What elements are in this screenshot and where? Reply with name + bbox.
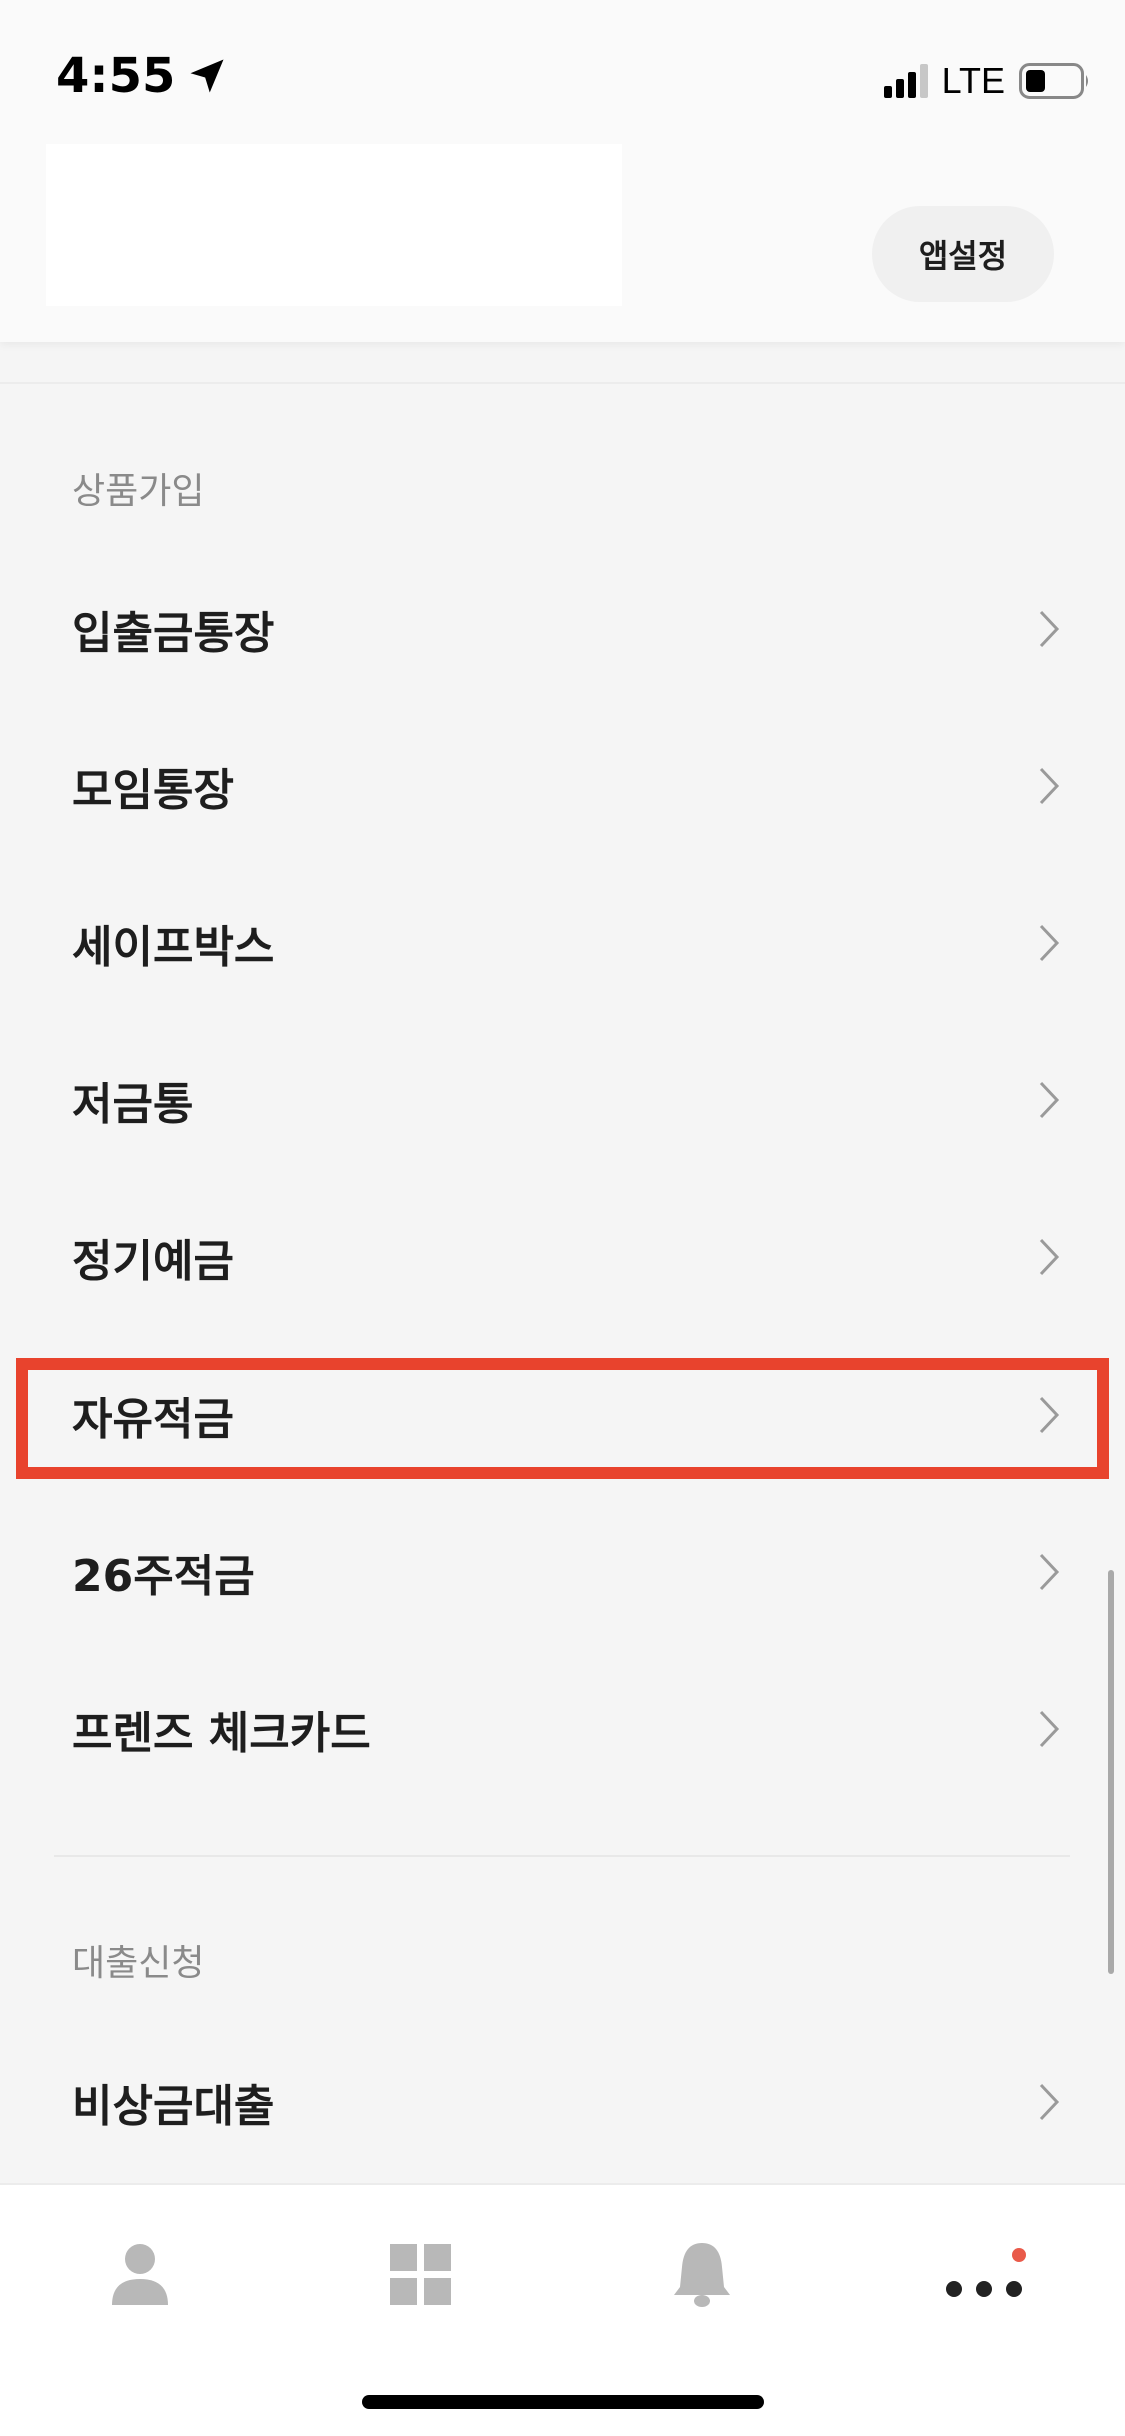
chevron-right-icon [1039, 924, 1060, 962]
home-indicator[interactable] [362, 2395, 764, 2409]
chevron-right-icon [1039, 2083, 1060, 2121]
chevron-right-icon [1039, 1553, 1060, 1591]
network-label: LTE [941, 60, 1005, 101]
tab-more[interactable] [934, 2225, 1034, 2325]
chevron-right-icon [1039, 1710, 1060, 1748]
person-icon [112, 2244, 168, 2305]
menu-item-checking-account[interactable]: 입출금통장 [0, 551, 1125, 707]
menu-item-26-week-savings[interactable]: 26주적금 [0, 1494, 1125, 1650]
menu-item-label: 26주적금 [72, 1551, 255, 1602]
menu-item-fixed-deposit[interactable]: 정기예금 [0, 1179, 1125, 1335]
status-time-text: 4:55 [56, 48, 176, 104]
chevron-right-icon [1039, 1238, 1060, 1276]
menu-item-label: 모임통장 [72, 765, 234, 816]
scrollbar[interactable] [1108, 1570, 1114, 1974]
tab-products[interactable] [371, 2225, 471, 2325]
menu-item-friends-check-card[interactable]: 프렌즈 체크카드 [0, 1651, 1125, 1807]
menu-item-label: 정기예금 [72, 1236, 234, 1287]
menu-item-label: 저금통 [72, 1079, 194, 1130]
menu-item-free-savings[interactable]: 자유적금 [0, 1337, 1125, 1493]
screen: 4:55 LTE 앱설정 상품가입 입출금통장 모임통장 세이프박스 저금통 정… [0, 0, 1125, 2436]
menu-item-label: 프렌즈 체크카드 [72, 1708, 371, 1759]
battery-icon [1019, 63, 1088, 99]
bell-icon [674, 2243, 730, 2307]
status-right: LTE [883, 60, 1091, 102]
section-label-products: 상품가입 [72, 471, 205, 512]
chevron-right-icon [1039, 1396, 1060, 1434]
chevron-right-icon [1039, 767, 1060, 805]
menu-item-label: 세이프박스 [72, 922, 275, 973]
status-time: 4:55 [56, 48, 229, 104]
section-divider [54, 1855, 1070, 1857]
menu-item-label: 입출금통장 [72, 608, 275, 659]
chevron-right-icon [1039, 1081, 1060, 1119]
menu-item-piggy-bank[interactable]: 저금통 [0, 1022, 1125, 1178]
header-divider [0, 382, 1125, 384]
grid-icon [390, 2244, 451, 2305]
app-settings-button[interactable]: 앱설정 [872, 206, 1054, 302]
menu-item-safebox[interactable]: 세이프박스 [0, 865, 1125, 1021]
chevron-right-icon [1039, 610, 1060, 648]
menu-item-label: 비상금대출 [72, 2081, 275, 2132]
section-label-loans: 대출신청 [72, 1943, 205, 1984]
menu-item-label: 자유적금 [72, 1394, 234, 1445]
menu-item-group-account[interactable]: 모임통장 [0, 708, 1125, 864]
tab-profile[interactable] [90, 2225, 190, 2325]
tab-notifications[interactable] [652, 2225, 752, 2325]
more-dots-icon [946, 2248, 1026, 2297]
notification-badge [1012, 2248, 1026, 2262]
menu-item-emergency-loan[interactable]: 비상금대출 [0, 2024, 1125, 2180]
header: 4:55 LTE 앱설정 [0, 0, 1125, 342]
signal-icon [883, 64, 928, 98]
location-arrow-icon [190, 59, 224, 93]
profile-banner [46, 144, 622, 306]
